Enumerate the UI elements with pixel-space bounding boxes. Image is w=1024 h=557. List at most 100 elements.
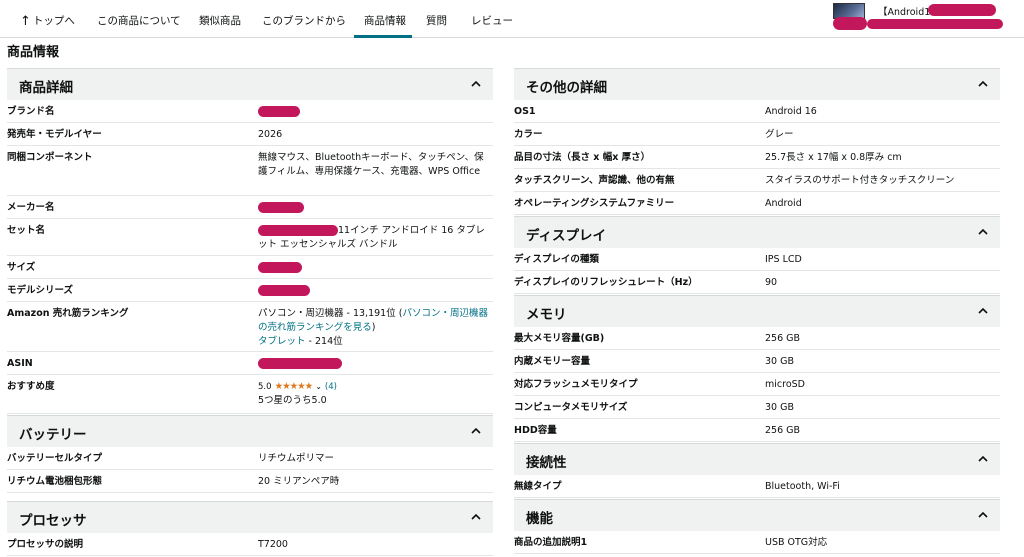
chevron-up-icon[interactable]	[978, 227, 988, 237]
page-title: 商品情報	[7, 45, 60, 60]
row-key: プロセッサの説明	[7, 539, 84, 550]
tab-product-info[interactable]: 商品情報	[364, 13, 406, 28]
row-key: ディスプレイのリフレッシュレート（Hz）	[514, 277, 698, 288]
row-key: カラー	[514, 129, 543, 140]
row-key: タッチスクリーン、声認識、他の有無	[514, 175, 675, 186]
section-title: 機能	[526, 511, 553, 527]
row-key: おすすめ度	[7, 381, 55, 392]
row-value: T7200	[258, 539, 288, 550]
rating-sub: 5つ星のうち5.0	[258, 395, 327, 406]
row-value: USB OTG対応	[765, 537, 828, 548]
table-row: 同梱コンポーネント 無線マウス、Bluetoothキーボード、タッチペン、保護フ…	[7, 146, 493, 196]
table-row: 品目の寸法（長さ x 幅x 厚さ） 25.7長さ x 17幅 x 0.8厚み cm	[514, 146, 1000, 169]
row-key: ブランド名	[7, 106, 55, 117]
star-rating-icon[interactable]: ★★★★★	[275, 381, 314, 392]
row-value: IPS LCD	[765, 254, 802, 265]
row-key: ディスプレイの種類	[514, 254, 599, 265]
chevron-up-icon[interactable]	[471, 79, 481, 89]
row-key: モデルシリーズ	[7, 285, 74, 296]
rating-value: 5.0	[258, 382, 272, 392]
table-row: Amazon 売れ筋ランキング パソコン・周辺機器 - 13,191位 (パソコ…	[7, 302, 493, 352]
table-row: セット名 11インチ アンドロイド 16 タブレット エッセンシャルズ バンドル	[7, 219, 493, 256]
redaction-mark	[258, 225, 338, 236]
row-value	[258, 357, 490, 371]
section-header-battery[interactable]: バッテリー	[7, 415, 493, 447]
chevron-up-icon[interactable]	[471, 426, 481, 436]
back-to-top-link[interactable]: ↑ トップへ	[20, 13, 75, 29]
table-row: ディスプレイのリフレッシュレート（Hz） 90	[514, 271, 1000, 294]
row-key: 最大メモリ容量(GB)	[514, 333, 605, 344]
row-key: 品目の寸法（長さ x 幅x 厚さ）	[514, 152, 651, 163]
section-header-other-details[interactable]: その他の詳細	[514, 68, 1000, 100]
row-key: HDD容量	[514, 425, 557, 436]
row-key: 同梱コンポーネント	[7, 152, 93, 163]
row-key: 内蔵メモリー容量	[514, 356, 591, 367]
table-row: メーカー名	[7, 196, 493, 219]
table-row: サイズ	[7, 256, 493, 279]
table-row: プロセッサの説明 T7200	[7, 533, 493, 556]
tablet-ranking-text: - 214位	[305, 336, 343, 347]
tab-brand[interactable]: このブランドから	[262, 13, 346, 28]
row-key: 対応フラッシュメモリタイプ	[514, 379, 638, 390]
row-key: ASIN	[7, 358, 33, 369]
section-header-features[interactable]: 機能	[514, 499, 1000, 531]
row-value: microSD	[765, 379, 805, 390]
chevron-up-icon[interactable]	[978, 79, 988, 89]
section-header-processor[interactable]: プロセッサ	[7, 501, 493, 533]
row-value: パソコン・周辺機器 - 13,191位 (パソコン・周辺機器の売れ筋ランキングを…	[258, 307, 490, 349]
row-value: 5.0 ★★★★★ ⌄ (4) 5つ星のうち5.0	[258, 380, 490, 408]
table-row: 最大メモリ容量(GB) 256 GB	[514, 327, 1000, 350]
active-tab-indicator	[354, 35, 412, 38]
table-row: OS1 Android 16	[514, 100, 1000, 123]
table-row: 発売年・モデルイヤー 2026	[7, 123, 493, 146]
redaction-mark	[258, 285, 310, 296]
row-value: Android 16	[765, 106, 817, 117]
tablet-ranking-link[interactable]: タブレット	[258, 336, 306, 347]
tab-questions[interactable]: 質問	[426, 13, 447, 28]
row-value: 30 GB	[765, 402, 794, 413]
row-key: メーカー名	[7, 202, 55, 213]
table-row: タッチスクリーン、声認識、他の有無 スタイラスのサポート付きタッチスクリーン	[514, 169, 1000, 192]
row-value: 無線マウス、Bluetoothキーボード、タッチペン、保護フィルム、専用保護ケー…	[258, 152, 484, 177]
table-row: 対応フラッシュメモリタイプ microSD	[514, 373, 1000, 396]
right-column: その他の詳細 OS1 Android 16 カラー グレー 品目の寸法（長さ x 幅…	[514, 68, 1000, 554]
chevron-up-icon[interactable]	[978, 510, 988, 520]
tab-reviews[interactable]: レビュー	[471, 13, 513, 28]
table-row: おすすめ度 5.0 ★★★★★ ⌄ (4) 5つ星のうち5.0	[7, 375, 493, 414]
row-key: 発売年・モデルイヤー	[7, 129, 102, 140]
table-row: 無線タイプ Bluetooth, Wi-Fi	[514, 475, 1000, 498]
section-title: プロセッサ	[19, 513, 87, 529]
review-count-link[interactable]: (4)	[325, 382, 337, 392]
table-row: ASIN	[7, 352, 493, 375]
chevron-up-icon[interactable]	[978, 454, 988, 464]
table-row: コンピュータメモリサイズ 30 GB	[514, 396, 1000, 419]
section-header-product-details[interactable]: 商品詳細	[7, 68, 493, 100]
section-title: バッテリー	[19, 427, 87, 443]
tab-about[interactable]: この商品について	[97, 13, 181, 28]
chevron-down-icon[interactable]: ⌄	[315, 382, 322, 391]
ranking-text: パソコン・周辺機器 - 13,191位 (	[258, 308, 403, 319]
top-nav: ↑ トップへ この商品について 類似商品 このブランドから 商品情報 質問 レビュ…	[0, 0, 1024, 38]
table-row: 内蔵メモリー容量 30 GB	[514, 350, 1000, 373]
section-title: 商品詳細	[19, 80, 73, 96]
redaction-mark	[258, 358, 342, 369]
table-row: モデルシリーズ	[7, 279, 493, 302]
table-row: 商品の追加説明1 USB OTG対応	[514, 531, 1000, 554]
table-row: カラー グレー	[514, 123, 1000, 146]
row-value: スタイラスのサポート付きタッチスクリーン	[765, 175, 955, 186]
row-value	[258, 201, 490, 215]
row-value	[258, 284, 490, 298]
table-row: オペレーティングシステムファミリー Android	[514, 192, 1000, 215]
section-header-memory[interactable]: メモリ	[514, 295, 1000, 327]
section-header-connectivity[interactable]: 接続性	[514, 443, 1000, 475]
table-row: ブランド名	[7, 100, 493, 123]
tab-similar[interactable]: 類似商品	[199, 13, 241, 28]
row-value: グレー	[765, 129, 794, 140]
section-header-display[interactable]: ディスプレイ	[514, 216, 1000, 248]
row-value: 2026	[258, 129, 283, 140]
up-arrow-icon: ↑	[20, 14, 31, 29]
row-value: 20 ミリアンペア時	[258, 476, 340, 487]
chevron-up-icon[interactable]	[978, 306, 988, 316]
chevron-up-icon[interactable]	[471, 512, 481, 522]
row-key: セット名	[7, 225, 46, 236]
